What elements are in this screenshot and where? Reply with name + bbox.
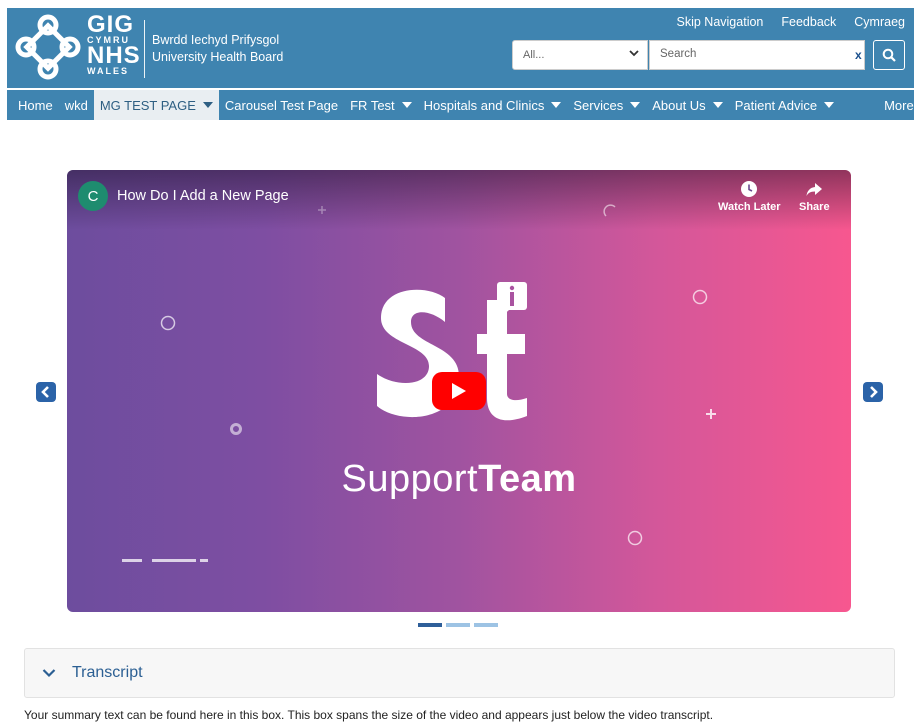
nav-item-label: MG TEST PAGE [99, 97, 196, 113]
wordmark-team: Team [478, 458, 577, 500]
caret-down-icon [824, 102, 835, 108]
nav-item-fr-test[interactable]: FR Test [344, 90, 418, 120]
watch-later-button[interactable]: Watch Later [718, 180, 781, 213]
nav-item-about-us[interactable]: About Us [646, 90, 728, 120]
nhs-wales-logo-text[interactable]: GIG CYMRU NHS WALES [87, 11, 141, 76]
nhs-wales-emblem-icon [15, 14, 81, 80]
nav-item-label: wkd [64, 97, 88, 113]
site-header: GIG CYMRU NHS WALES Bwrdd Iechyd Prifysg… [7, 8, 914, 88]
share-label: Share [799, 201, 830, 213]
search-placeholder: Search [660, 48, 697, 60]
share-button[interactable]: Share [799, 180, 830, 213]
carousel-indicator[interactable] [474, 623, 498, 627]
nav-item-hospitals-and-clinics[interactable]: Hospitals and Clinics [418, 90, 568, 120]
nav-item-label: Services [573, 97, 624, 113]
chevron-right-icon [870, 386, 878, 398]
play-button[interactable] [432, 372, 486, 410]
nav-item-carousel-test-page[interactable]: Carousel Test Page [219, 90, 344, 120]
nav-item-mg-test-page[interactable]: MG TEST PAGE [93, 90, 219, 120]
search-scope-value: All... [523, 49, 545, 61]
search-icon [882, 48, 896, 62]
video-player[interactable]: C How Do I Add a New Page Watch Later Sh… [67, 170, 851, 612]
logo-gig: GIG [87, 11, 135, 38]
nav-item-label: Hospitals and Clinics [423, 97, 545, 113]
chevron-down-icon [629, 49, 639, 60]
carousel-indicator[interactable] [446, 623, 470, 627]
nav-item-label: Patient Advice [734, 97, 818, 113]
main-navigation: Home wkd MG TEST PAGE Carousel Test Page… [7, 90, 914, 120]
transcript-label: Transcript [72, 664, 143, 681]
summary-text: Your summary text can be found here in t… [24, 708, 714, 722]
nav-item-label: About Us [652, 97, 706, 113]
nav-item-label: Home [18, 97, 53, 113]
nav-item-wkd[interactable]: wkd [59, 90, 94, 120]
utility-links: Skip Navigation Feedback Cymraeg [677, 15, 905, 29]
decorative-plus [706, 409, 716, 419]
chevron-down-icon [42, 669, 56, 678]
org-name-english: University Health Board [152, 50, 284, 64]
carousel-prev-button[interactable] [36, 382, 56, 402]
channel-initial: C [87, 187, 99, 205]
search-input[interactable]: Search [649, 40, 865, 70]
nav-more-label: More [884, 97, 914, 113]
decorative-circle [627, 530, 643, 546]
play-icon [452, 383, 466, 399]
search-scope-select[interactable]: All... [512, 40, 648, 70]
decorative-circle [160, 315, 176, 331]
nav-item-services[interactable]: Services [567, 90, 646, 120]
logo-divider [144, 20, 145, 78]
transcript-accordion[interactable]: Transcript [24, 648, 895, 698]
share-icon [806, 183, 823, 196]
cymraeg-link[interactable]: Cymraeg [854, 15, 905, 29]
nav-item-home[interactable]: Home [7, 90, 59, 120]
decorative-plus [318, 206, 326, 214]
caret-down-icon [202, 102, 213, 108]
channel-avatar[interactable]: C [78, 181, 108, 211]
nav-item-label: FR Test [350, 97, 395, 113]
wordmark-support: Support [341, 458, 479, 500]
search-clear-button[interactable]: x [855, 48, 862, 62]
logo-nhs: NHS [87, 42, 141, 69]
decorative-dashes [122, 559, 208, 562]
caret-down-icon [551, 102, 562, 108]
skip-navigation-link[interactable]: Skip Navigation [677, 15, 764, 29]
search-button[interactable] [873, 40, 905, 70]
nav-more-button[interactable]: More [878, 90, 914, 120]
org-name: Bwrdd Iechyd Prifysgol University Health… [152, 32, 283, 66]
org-name-welsh: Bwrdd Iechyd Prifysgol [152, 33, 280, 47]
nav-item-label: Carousel Test Page [224, 97, 339, 113]
carousel-indicator[interactable] [418, 623, 442, 627]
nav-item-patient-advice[interactable]: Patient Advice [729, 90, 840, 120]
decorative-ring [230, 423, 242, 435]
caret-down-icon [630, 102, 641, 108]
carousel-indicators [418, 623, 498, 627]
caret-down-icon [401, 102, 412, 108]
decorative-circle [692, 289, 708, 305]
video-title[interactable]: How Do I Add a New Page [117, 188, 289, 204]
support-team-wordmark: SupportTeam [67, 458, 851, 501]
watch-later-label: Watch Later [718, 201, 781, 213]
chevron-left-icon [41, 386, 49, 398]
carousel-next-button[interactable] [863, 382, 883, 402]
caret-down-icon [712, 102, 723, 108]
feedback-link[interactable]: Feedback [781, 15, 836, 29]
decorative-arc [603, 204, 616, 217]
clock-icon [741, 181, 758, 197]
